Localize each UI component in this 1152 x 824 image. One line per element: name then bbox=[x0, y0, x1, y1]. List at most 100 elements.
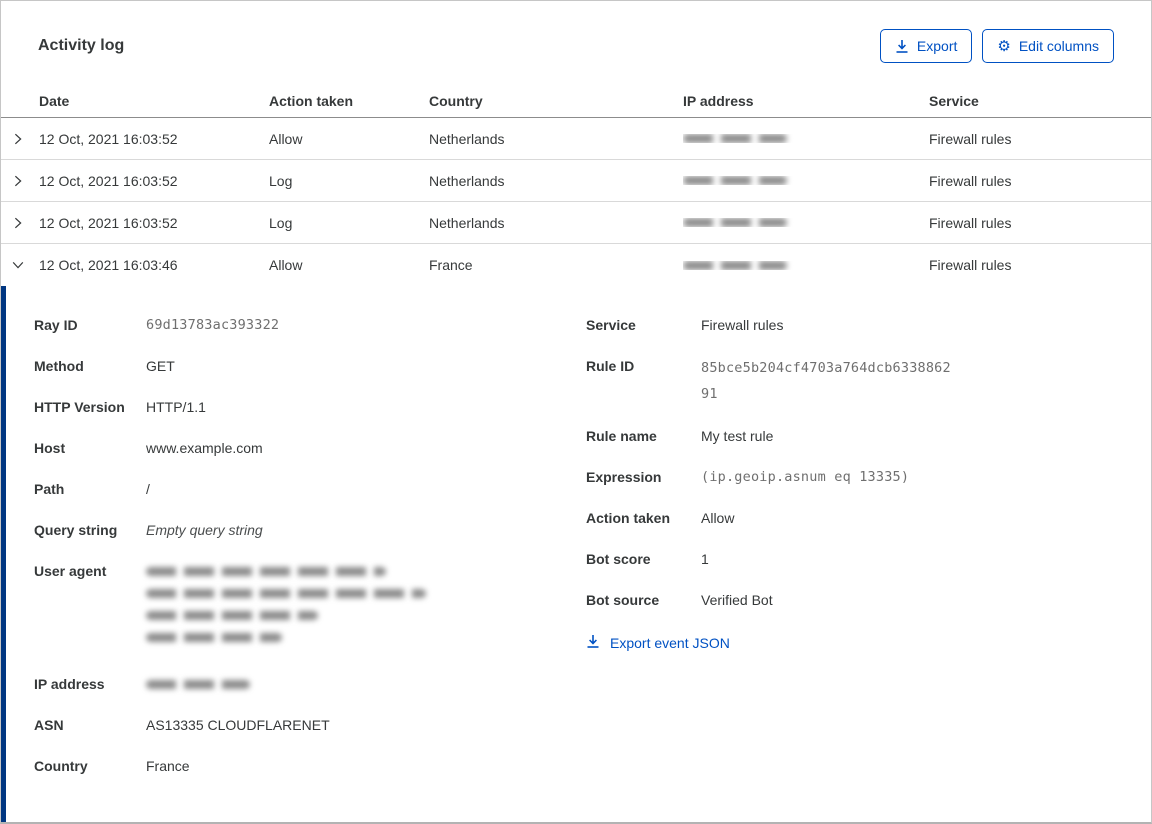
detail-field: Bot source Verified Bot bbox=[586, 589, 1151, 612]
detail-field-value-redacted bbox=[146, 673, 250, 696]
edit-columns-button-label: Edit columns bbox=[1018, 38, 1099, 54]
detail-field-value: Verified Bot bbox=[701, 592, 773, 608]
row-action-taken: Log bbox=[269, 214, 293, 231]
toolbar: Export ⚙ Edit columns bbox=[879, 29, 1114, 63]
export-button[interactable]: Export bbox=[879, 29, 973, 63]
row-service: Firewall rules bbox=[929, 214, 1012, 231]
export-button-label: Export bbox=[916, 38, 958, 54]
row-ip-address-redacted bbox=[683, 176, 929, 185]
detail-field-label: Country bbox=[34, 758, 88, 774]
row-service: Firewall rules bbox=[929, 257, 1012, 273]
detail-field-label: Bot source bbox=[586, 592, 660, 608]
redacted-text-blur bbox=[146, 633, 282, 642]
detail-field: IP address bbox=[34, 673, 586, 696]
detail-field-value: France bbox=[146, 758, 190, 774]
table-row[interactable]: 12 Oct, 2021 16:03:46 Allow France Firew… bbox=[1, 244, 1151, 286]
detail-field: HTTP Version HTTP/1.1 bbox=[34, 396, 586, 419]
detail-field-label: Path bbox=[34, 481, 65, 497]
row-action-taken: Log bbox=[269, 172, 293, 189]
detail-field-label: Service bbox=[586, 317, 636, 333]
detail-field-value: 69d13783ac393322 bbox=[146, 317, 280, 333]
row-country: France bbox=[429, 257, 473, 273]
row-country: Netherlands bbox=[429, 130, 505, 147]
row-expand-chevron-icon bbox=[1, 258, 39, 272]
detail-field-value: 1 bbox=[701, 551, 709, 567]
column-header-action-taken: Action taken bbox=[269, 93, 354, 109]
row-date: 12 Oct, 2021 16:03:52 bbox=[39, 172, 178, 189]
detail-field: Query string Empty query string bbox=[34, 519, 586, 542]
detail-field: Rule name My test rule bbox=[586, 425, 1151, 448]
detail-field-label: Method bbox=[34, 358, 84, 374]
row-date: 12 Oct, 2021 16:03:46 bbox=[39, 257, 178, 273]
redacted-ip-blur bbox=[683, 134, 787, 143]
detail-field: Ray ID 69d13783ac393322 bbox=[34, 314, 586, 337]
row-expand-chevron-icon bbox=[1, 174, 39, 188]
detail-field-label: ASN bbox=[34, 717, 64, 733]
row-ip-address-redacted bbox=[683, 134, 929, 143]
activity-log-table: 12 Oct, 2021 16:03:52 Allow Netherlands … bbox=[1, 118, 1151, 286]
expanded-event-detail-panel: Ray ID 69d13783ac393322 Method GET HTTP Vers… bbox=[1, 286, 1151, 822]
detail-field-label: Bot score bbox=[586, 551, 651, 567]
detail-field: Expression (ip.geoip.asnum eq 13335) bbox=[586, 466, 1151, 489]
row-country: Netherlands bbox=[429, 172, 505, 189]
detail-field-value: GET bbox=[146, 358, 175, 374]
row-action-taken: Allow bbox=[269, 257, 303, 273]
detail-field-value: (ip.geoip.asnum eq 13335) bbox=[701, 469, 910, 485]
detail-field-label: Ray ID bbox=[34, 317, 78, 333]
table-row[interactable]: 12 Oct, 2021 16:03:52 Allow Netherlands … bbox=[1, 118, 1151, 160]
detail-field: Path / bbox=[34, 478, 586, 501]
row-service: Firewall rules bbox=[929, 172, 1012, 189]
activity-log-header: Activity log Export ⚙ Edit columns bbox=[1, 1, 1151, 85]
detail-field-value: www.example.com bbox=[146, 440, 263, 456]
detail-field-label: Rule ID bbox=[586, 358, 635, 374]
redacted-text-blur bbox=[146, 567, 386, 576]
redacted-ip-blur bbox=[683, 176, 787, 185]
row-action-taken: Allow bbox=[269, 130, 303, 147]
detail-field-value: / bbox=[146, 481, 150, 497]
detail-field-label: Rule name bbox=[586, 428, 657, 444]
detail-field-label: HTTP Version bbox=[34, 399, 125, 415]
redacted-text-blur bbox=[146, 611, 318, 620]
detail-field-value: Allow bbox=[701, 510, 735, 526]
table-row[interactable]: 12 Oct, 2021 16:03:52 Log Netherlands Fi… bbox=[1, 202, 1151, 244]
row-country: Netherlands bbox=[429, 214, 505, 231]
detail-field-label: Expression bbox=[586, 469, 662, 485]
table-header: Date Action taken Country IP address Ser… bbox=[1, 85, 1151, 118]
column-header-country: Country bbox=[429, 93, 483, 109]
edit-columns-button[interactable]: ⚙ Edit columns bbox=[982, 29, 1114, 63]
column-header-ip-address: IP address bbox=[683, 93, 754, 109]
gear-icon: ⚙ bbox=[997, 37, 1011, 55]
detail-field-value-redacted bbox=[146, 560, 426, 655]
export-event-json-link[interactable]: Export event JSON bbox=[586, 634, 1151, 652]
row-ip-address-redacted bbox=[683, 260, 929, 270]
detail-field: User agent bbox=[34, 560, 586, 655]
detail-field-value: 85bce5b204cf4703a764dcb633886291 bbox=[701, 360, 951, 402]
column-header-service: Service bbox=[929, 93, 979, 109]
detail-field-value: Empty query string bbox=[146, 522, 263, 538]
detail-field-value: Firewall rules bbox=[701, 317, 784, 333]
row-date: 12 Oct, 2021 16:03:52 bbox=[39, 214, 178, 231]
detail-left-column: Ray ID 69d13783ac393322 Method GET HTTP Vers… bbox=[34, 314, 586, 796]
detail-field: Action taken Allow bbox=[586, 507, 1151, 530]
redacted-ip-blur bbox=[683, 218, 787, 227]
detail-field: Rule ID 85bce5b204cf4703a764dcb633886291 bbox=[586, 355, 1151, 407]
table-row[interactable]: 12 Oct, 2021 16:03:52 Log Netherlands Fi… bbox=[1, 160, 1151, 202]
download-icon bbox=[895, 39, 909, 54]
detail-field: Method GET bbox=[34, 355, 586, 378]
detail-field: Service Firewall rules bbox=[586, 314, 1151, 337]
detail-field-label: Query string bbox=[34, 522, 118, 538]
row-expand-chevron-icon bbox=[1, 216, 39, 230]
detail-field: Country France bbox=[34, 755, 586, 778]
redacted-text-blur bbox=[146, 589, 426, 598]
detail-field-label: Host bbox=[34, 440, 66, 456]
row-expand-chevron-icon bbox=[1, 132, 39, 146]
redacted-ip-blur bbox=[683, 260, 787, 270]
detail-field-value: My test rule bbox=[701, 428, 774, 444]
redacted-ip-blur bbox=[146, 680, 250, 689]
export-event-json-label: Export event JSON bbox=[610, 635, 730, 651]
row-date: 12 Oct, 2021 16:03:52 bbox=[39, 130, 178, 147]
detail-field-label: IP address bbox=[34, 676, 105, 692]
detail-field: Host www.example.com bbox=[34, 437, 586, 460]
row-ip-address-redacted bbox=[683, 218, 929, 227]
row-service: Firewall rules bbox=[929, 130, 1012, 147]
